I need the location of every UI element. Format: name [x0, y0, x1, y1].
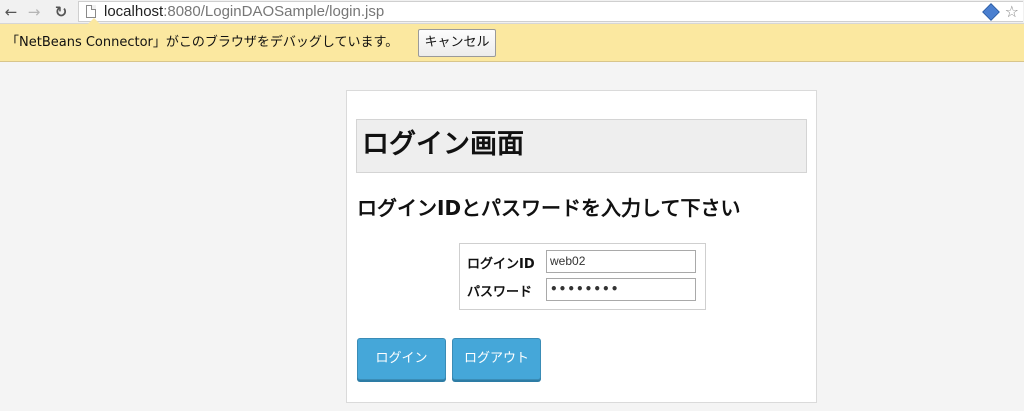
- login-button[interactable]: ログイン: [357, 338, 446, 380]
- logout-button[interactable]: ログアウト: [452, 338, 541, 380]
- cancel-button[interactable]: キャンセル: [418, 29, 496, 57]
- infobar-message: 「NetBeans Connector」がこのブラウザをデバッグしています。: [6, 35, 399, 50]
- login-id-input[interactable]: web02: [546, 250, 696, 273]
- page-icon: [86, 5, 96, 18]
- password-label: パスワード: [467, 285, 533, 300]
- browser-toolbar: ← → ↻ localhost:8080/LoginDAOSample/logi…: [0, 0, 1024, 24]
- login-form: ログインID web02 パスワード ••••••••: [459, 243, 706, 310]
- forward-arrow-icon[interactable]: →: [24, 2, 44, 22]
- extension-icon[interactable]: [982, 3, 1000, 21]
- login-id-label: ログインID: [467, 257, 535, 272]
- address-bar[interactable]: localhost:8080/LoginDAOSample/login.jsp …: [78, 1, 1023, 22]
- instruction-heading: ログインIDとパスワードを入力して下さい: [357, 196, 741, 220]
- url-host: localhost: [104, 3, 164, 20]
- password-input[interactable]: ••••••••: [546, 278, 696, 301]
- reload-icon[interactable]: ↻: [51, 2, 71, 22]
- url-path: :8080/LoginDAOSample/login.jsp: [163, 3, 385, 20]
- page-title: ログイン画面: [362, 129, 524, 160]
- login-card: ログイン画面 ログインIDとパスワードを入力して下さい ログインID web02…: [346, 90, 817, 403]
- url-text: localhost:8080/LoginDAOSample/login.jsp: [104, 2, 384, 21]
- title-box: ログイン画面: [356, 119, 807, 173]
- debug-infobar: 「NetBeans Connector」がこのブラウザをデバッグしています。 キ…: [0, 18, 1024, 62]
- back-arrow-icon[interactable]: ←: [1, 2, 21, 22]
- bookmark-star-icon[interactable]: ☆: [1005, 2, 1019, 21]
